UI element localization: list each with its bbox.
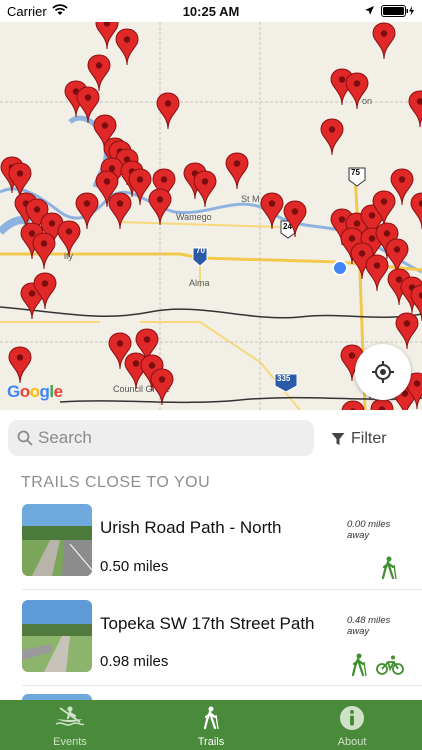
search-bar[interactable]: [8, 420, 314, 456]
trail-pin-icon[interactable]: [365, 254, 389, 292]
filter-icon: [331, 433, 345, 445]
google-logo: Google: [7, 382, 63, 401]
trail-pin-icon[interactable]: [372, 22, 396, 60]
tab-label: About: [337, 736, 367, 748]
trail-pin-icon[interactable]: [115, 28, 139, 66]
town-label: St M: [241, 194, 260, 204]
trail-thumbnail: [22, 504, 92, 576]
trail-pin-icon[interactable]: [32, 232, 56, 270]
trail-map[interactable]: 70 75 335 24 Wamego St M Alma Council Gr…: [0, 22, 422, 410]
trail-distance: 0.98 miles: [100, 653, 169, 670]
trail-pin-icon[interactable]: [8, 346, 32, 384]
trail-name: Urish Road Path - North: [100, 518, 282, 537]
info-icon: [340, 706, 364, 730]
tab-trails[interactable]: Trails: [141, 700, 281, 750]
kayak-icon: [55, 706, 85, 726]
hiking-icon: [351, 653, 367, 677]
tab-about[interactable]: About: [282, 700, 422, 750]
filter-button[interactable]: Filter: [331, 428, 387, 450]
trail-list-item[interactable]: Topeka SW 17th Street Path 0.98 miles 0.…: [0, 600, 422, 694]
trail-pin-icon[interactable]: [408, 90, 422, 128]
filter-label: Filter: [351, 430, 387, 447]
highway-shield-label: 70: [196, 246, 205, 255]
trail-away: 0.48 miles away: [347, 615, 391, 637]
trail-distance: 0.50 miles: [100, 558, 169, 575]
trail-pin-icon[interactable]: [156, 92, 180, 130]
trail-away: 0.00 miles away: [347, 519, 391, 541]
crosshair-icon: [372, 361, 394, 383]
highway-shield-label: 75: [351, 168, 360, 177]
location-arrow-icon: [365, 6, 374, 15]
tab-label: Trails: [197, 736, 225, 748]
trail-pin-icon[interactable]: [108, 192, 132, 230]
trail-pin-icon[interactable]: [33, 272, 57, 310]
trail-pin-icon[interactable]: [395, 312, 419, 350]
trail-pin-icon[interactable]: [193, 170, 217, 208]
status-time: 10:25 AM: [182, 4, 240, 19]
search-icon: [17, 430, 33, 446]
hiking-icon: [381, 556, 397, 580]
tab-events[interactable]: Events: [0, 700, 140, 750]
tab-label: Events: [53, 736, 87, 748]
search-row: Filter: [0, 410, 422, 467]
trail-name: Topeka SW 17th Street Path: [100, 614, 315, 633]
town-label: Wamego: [176, 212, 212, 222]
trail-pin-icon[interactable]: [225, 152, 249, 190]
trail-pin-icon[interactable]: [150, 368, 174, 406]
hiking-icon: [203, 706, 219, 730]
trail-pin-icon[interactable]: [320, 118, 344, 156]
biking-icon: [376, 655, 404, 675]
trail-pin-icon[interactable]: [345, 72, 369, 110]
section-header: TRAILS CLOSE TO YOU: [21, 474, 211, 491]
divider: [22, 685, 422, 686]
divider: [22, 589, 422, 590]
trail-list-item[interactable]: Urish Road Path - North 0.50 miles 0.00 …: [0, 504, 422, 598]
trail-thumbnail: [22, 600, 92, 672]
status-bar: Carrier 10:25 AM: [0, 0, 422, 22]
tab-bar: Events Trails About: [0, 700, 422, 750]
trail-pin-icon[interactable]: [148, 188, 172, 226]
battery-icon: [381, 5, 414, 17]
trail-pin-icon[interactable]: [410, 192, 422, 230]
locate-me-button[interactable]: [355, 344, 411, 400]
highway-shield-label: 335: [277, 374, 291, 383]
trail-pin-icon[interactable]: [283, 200, 307, 238]
trail-pin-icon[interactable]: [260, 192, 284, 230]
trail-pin-icon[interactable]: [57, 220, 81, 258]
search-input[interactable]: [38, 420, 308, 456]
trail-pin-icon[interactable]: [341, 400, 365, 410]
town-label: Alma: [189, 278, 210, 288]
